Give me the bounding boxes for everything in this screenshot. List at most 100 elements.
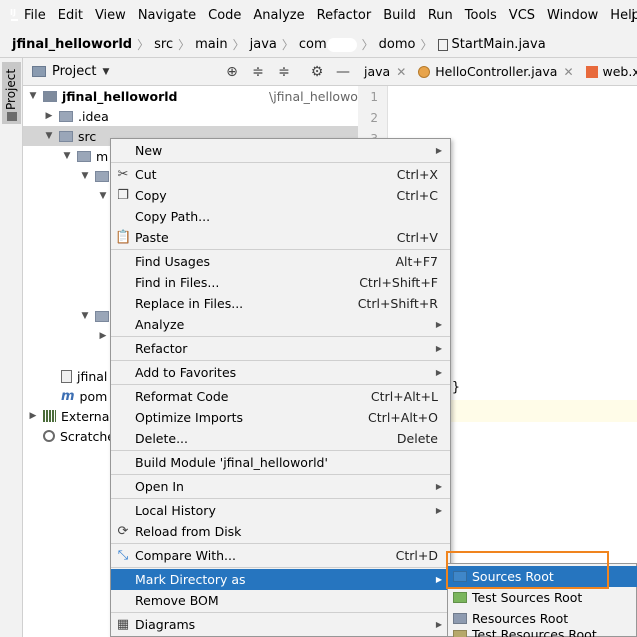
- menu-item-label: Cut: [135, 167, 157, 182]
- tree-item-label: pom: [79, 388, 108, 404]
- menu-item-new[interactable]: New ▶: [111, 140, 450, 161]
- menu-item-copy-path[interactable]: Copy Path...: [111, 206, 450, 227]
- menu-item-label: Optimize Imports: [135, 410, 244, 425]
- breadcrumb-java[interactable]: java: [250, 37, 277, 52]
- menu-separator: [111, 567, 450, 568]
- editor-tab-bar: java ✕ HelloController.java ✕ web.xm: [358, 58, 637, 86]
- menu-item-compare-with[interactable]: ⤡ Compare With... Ctrl+D: [111, 545, 450, 566]
- chevron-right-icon[interactable]: ▶: [97, 331, 109, 341]
- menu-window[interactable]: Window: [541, 0, 604, 32]
- chevron-right-icon: 〉: [232, 38, 245, 52]
- menu-item-copy[interactable]: ❐ Copy Ctrl+C: [111, 185, 450, 206]
- reload-icon: ⟳: [117, 524, 129, 539]
- menu-navigate[interactable]: Navigate: [132, 0, 202, 32]
- menu-item-label: Reload from Disk: [135, 524, 242, 539]
- menu-item-shortcut: Ctrl+Shift+R: [357, 296, 438, 311]
- project-panel-title[interactable]: Project: [52, 64, 96, 79]
- menu-item-find-in-files[interactable]: Find in Files... Ctrl+Shift+F: [111, 272, 450, 293]
- tree-item-idea[interactable]: ▶ .idea: [23, 106, 358, 126]
- menu-edit[interactable]: Edit: [52, 0, 89, 32]
- menu-separator: [111, 384, 450, 385]
- chevron-down-icon[interactable]: ▼: [27, 91, 39, 101]
- menu-item-open-in[interactable]: Open In ▶: [111, 476, 450, 497]
- chevron-down-icon[interactable]: ▼: [79, 311, 91, 321]
- menu-item-analyze[interactable]: Analyze ▶: [111, 314, 450, 335]
- chevron-down-icon[interactable]: ▼: [97, 191, 109, 201]
- close-icon[interactable]: ✕: [396, 65, 406, 79]
- menu-item-find-usages[interactable]: Find Usages Alt+F7: [111, 251, 450, 272]
- menu-item-paste[interactable]: 📋 Paste Ctrl+V: [111, 227, 450, 248]
- menu-item-reload-from-disk[interactable]: ⟳ Reload from Disk: [111, 521, 450, 542]
- menu-build[interactable]: Build: [377, 0, 422, 32]
- menu-item-label: Find in Files...: [135, 275, 220, 290]
- menu-separator: [111, 336, 450, 337]
- tree-item-label: m: [96, 148, 109, 164]
- submenu-arrow-icon: ▶: [435, 620, 442, 629]
- collapse-all-icon[interactable]: ≑: [276, 64, 292, 80]
- menu-item-reformat-code[interactable]: Reformat Code Ctrl+Alt+L: [111, 386, 450, 407]
- menu-separator: [111, 249, 450, 250]
- breadcrumb-src[interactable]: src: [154, 37, 173, 52]
- menu-item-add-to-favorites[interactable]: Add to Favorites ▶: [111, 362, 450, 383]
- menu-item-shortcut: Ctrl+Alt+O: [368, 410, 438, 425]
- breadcrumb-com[interactable]: com: [299, 37, 327, 52]
- chevron-down-icon[interactable]: ▼: [43, 131, 55, 141]
- menu-tools[interactable]: Tools: [459, 0, 503, 32]
- breadcrumb-project[interactable]: jfinal_helloworld: [12, 37, 132, 52]
- menu-run[interactable]: Run: [422, 0, 459, 32]
- compare-icon: ⤡: [117, 548, 129, 563]
- copy-icon: ❐: [117, 188, 129, 203]
- menu-item-delete[interactable]: Delete... Delete: [111, 428, 450, 449]
- tab-web-xml[interactable]: web.xm: [580, 58, 637, 86]
- tab-hello-controller[interactable]: HelloController.java ✕: [412, 58, 579, 86]
- project-tool-tab[interactable]: Project: [2, 62, 21, 124]
- submenu-arrow-icon: ▶: [435, 575, 442, 584]
- menu-item-remove-bom[interactable]: Remove BOM: [111, 590, 450, 611]
- menu-code[interactable]: Code: [202, 0, 247, 32]
- folder-icon: [95, 170, 109, 182]
- minimize-icon[interactable]: —: [335, 64, 351, 80]
- chevron-right-icon[interactable]: ▶: [27, 411, 39, 421]
- menu-file[interactable]: File: [18, 0, 52, 32]
- menu-item-local-history[interactable]: Local History ▶: [111, 500, 450, 521]
- menu-vcs[interactable]: VCS: [503, 0, 541, 32]
- locate-icon[interactable]: ⊕: [224, 64, 240, 80]
- chevron-right-icon[interactable]: ▶: [43, 111, 55, 121]
- menu-refactor[interactable]: Refactor: [311, 0, 378, 32]
- menu-view[interactable]: View: [89, 0, 132, 32]
- breadcrumb-file[interactable]: StartMain.java: [452, 37, 546, 52]
- menu-item-build-module[interactable]: Build Module 'jfinal_helloworld': [111, 452, 450, 473]
- chevron-down-icon[interactable]: ▼: [61, 151, 73, 161]
- gear-icon[interactable]: ⚙: [309, 64, 325, 80]
- submenu-item-test-resources-root[interactable]: Test Resources Root: [448, 629, 637, 637]
- menu-item-cut[interactable]: ✂ Cut Ctrl+X: [111, 164, 450, 185]
- tab-java-partial[interactable]: java ✕: [358, 58, 412, 86]
- menu-item-optimize-imports[interactable]: Optimize Imports Ctrl+Alt+O: [111, 407, 450, 428]
- submenu-item-resources-root[interactable]: Resources Root: [448, 608, 637, 629]
- menu-item-label: New: [135, 143, 163, 158]
- submenu-item-test-sources-root[interactable]: Test Sources Root: [448, 587, 637, 608]
- menu-analyze[interactable]: Analyze: [247, 0, 310, 32]
- menu-item-replace-in-files[interactable]: Replace in Files... Ctrl+Shift+R: [111, 293, 450, 314]
- close-icon[interactable]: ✕: [563, 65, 573, 79]
- annotation-highlight-box: [446, 551, 609, 589]
- submenu-arrow-icon: ▶: [435, 344, 442, 353]
- expand-all-icon[interactable]: ≑: [250, 64, 266, 80]
- breadcrumb-domo[interactable]: domo: [379, 37, 416, 52]
- breadcrumb: jfinal_helloworld 〉 src 〉 main 〉 java 〉 …: [0, 32, 637, 58]
- chevron-right-icon: 〉: [361, 38, 374, 52]
- chevron-down-icon[interactable]: ▼: [79, 171, 91, 181]
- breadcrumb-main[interactable]: main: [195, 37, 227, 52]
- dropdown-caret-icon[interactable]: ▼: [102, 67, 109, 77]
- menu-item-diagrams[interactable]: ▦ Diagrams ▶: [111, 614, 450, 635]
- tree-item-path: \jfinal_hellowor: [269, 88, 364, 104]
- menu-separator: [111, 543, 450, 544]
- tree-item-project-root[interactable]: ▼ jfinal_helloworld \jfinal_hellowor: [23, 86, 364, 106]
- tree-item-label: jfinal: [77, 368, 108, 384]
- tree-item-label: jfinal_helloworld: [62, 88, 178, 104]
- menu-item-label: Refactor: [135, 341, 188, 356]
- menu-item-refactor[interactable]: Refactor ▶: [111, 338, 450, 359]
- submenu-item-label: Test Resources Root: [472, 629, 597, 637]
- menu-item-mark-directory-as[interactable]: Mark Directory as ▶: [111, 569, 450, 590]
- tab-label: web.xm: [602, 64, 637, 79]
